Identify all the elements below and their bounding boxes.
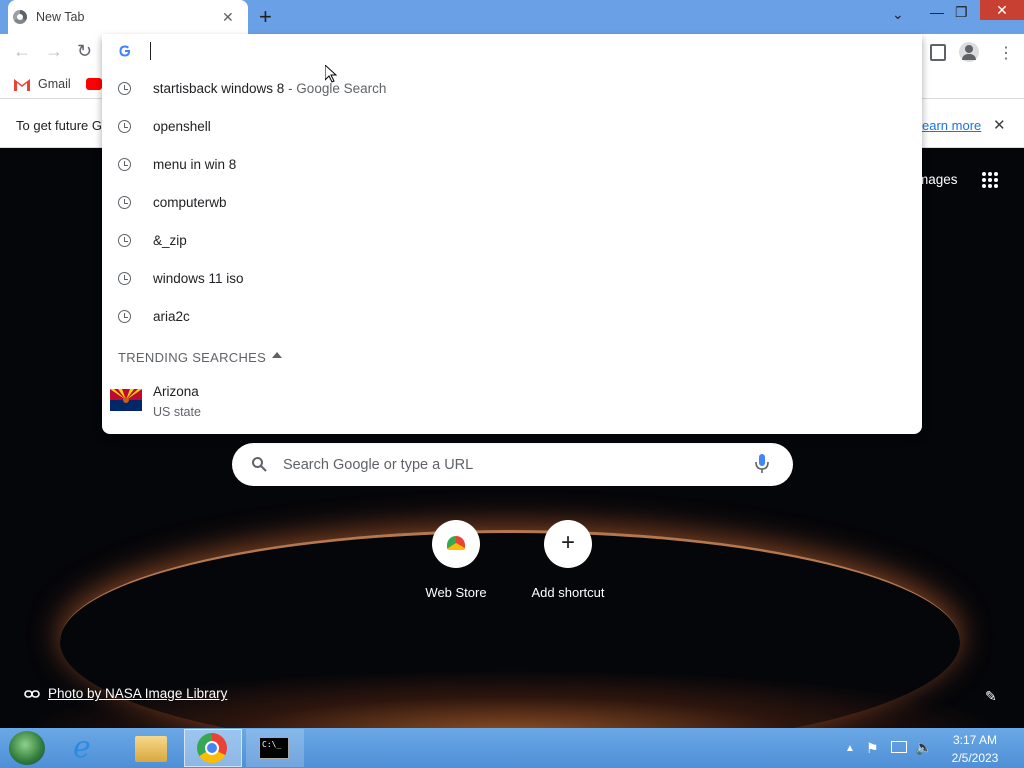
suggestion-text: openshell bbox=[153, 119, 211, 134]
suggestion-text: computerwb bbox=[153, 195, 227, 210]
suggestion-item[interactable]: windows 11 iso bbox=[102, 260, 922, 298]
trending-item[interactable]: Arizona US state bbox=[102, 379, 922, 429]
chrome-icon bbox=[197, 733, 227, 763]
new-tab-button[interactable]: + bbox=[259, 4, 272, 30]
taskbar-chrome-button[interactable] bbox=[184, 729, 242, 767]
close-window-button[interactable]: ✕ bbox=[980, 0, 1024, 20]
suggestion-text: aria2c bbox=[153, 309, 190, 324]
trending-header: TRENDING SEARCHES bbox=[118, 350, 267, 365]
mouse-cursor-icon bbox=[324, 63, 338, 83]
forward-button[interactable]: → bbox=[45, 41, 63, 62]
search-icon bbox=[251, 456, 267, 472]
taskbar-cmd-button[interactable]: C:\_ bbox=[246, 729, 304, 767]
shortcut-label-add[interactable]: Add shortcut bbox=[508, 585, 628, 600]
omnibox-dropdown: startisback windows 8 - Google Search op… bbox=[102, 34, 922, 434]
chrome-icon bbox=[13, 10, 27, 24]
history-clock-icon bbox=[118, 234, 131, 247]
omnibox-input[interactable] bbox=[150, 42, 891, 60]
arizona-flag-icon bbox=[110, 389, 142, 411]
restore-button[interactable]: ❐ bbox=[955, 4, 968, 21]
suggestion-text: menu in win 8 bbox=[153, 157, 237, 172]
shortcut-label-web-store[interactable]: Web Store bbox=[396, 585, 516, 600]
suggestion-item[interactable]: computerwb bbox=[102, 184, 922, 222]
history-clock-icon bbox=[118, 310, 131, 323]
suggestion-subtext: - Google Search bbox=[284, 81, 387, 96]
info-bar-text: To get future G bbox=[16, 118, 102, 133]
network-icon[interactable] bbox=[891, 741, 907, 753]
info-bar-close-button[interactable]: ✕ bbox=[993, 116, 1006, 134]
profile-avatar[interactable] bbox=[959, 42, 979, 62]
suggestion-text: startisback windows 8 bbox=[153, 81, 285, 96]
command-prompt-icon: C:\_ bbox=[259, 737, 289, 759]
learn-more-link[interactable]: earn more bbox=[922, 118, 981, 133]
suggestion-item[interactable]: openshell bbox=[102, 108, 922, 146]
side-panel-icon[interactable] bbox=[930, 44, 946, 61]
microphone-icon[interactable] bbox=[755, 454, 769, 474]
menu-kebab-icon[interactable]: ⋮ bbox=[998, 43, 1014, 63]
action-center-flag-icon[interactable]: ⚑ bbox=[866, 740, 879, 757]
trending-title: Arizona bbox=[153, 384, 199, 399]
search-placeholder[interactable]: Search Google or type a URL bbox=[283, 457, 473, 473]
customize-pencil-icon[interactable]: ✎ bbox=[985, 688, 997, 705]
clock-date[interactable]: 2/5/2023 bbox=[945, 751, 1005, 765]
tab-close-button[interactable]: ✕ bbox=[222, 9, 234, 26]
history-clock-icon bbox=[118, 272, 131, 285]
history-clock-icon bbox=[118, 196, 131, 209]
start-button[interactable] bbox=[9, 731, 45, 765]
back-button[interactable]: ← bbox=[13, 41, 31, 62]
trending-subtitle: US state bbox=[153, 405, 201, 419]
suggestion-text: windows 11 iso bbox=[153, 271, 244, 286]
suggestion-item[interactable]: startisback windows 8 - Google Search bbox=[102, 70, 922, 108]
internet-explorer-icon[interactable]: e bbox=[73, 732, 105, 764]
shortcut-web-store[interactable] bbox=[432, 520, 480, 568]
reload-button[interactable]: ↻ bbox=[77, 41, 92, 62]
clock-time[interactable]: 3:17 AM bbox=[945, 733, 1005, 747]
tab-search-button[interactable]: ⌄ bbox=[892, 6, 904, 23]
suggestion-text: &_zip bbox=[153, 233, 187, 248]
show-hidden-icons-button[interactable]: ▲ bbox=[845, 743, 855, 754]
add-shortcut-button[interactable]: + bbox=[544, 520, 592, 568]
bookmark-gmail[interactable]: Gmail bbox=[38, 77, 71, 91]
history-clock-icon bbox=[118, 82, 131, 95]
suggestion-item[interactable]: aria2c bbox=[102, 298, 922, 336]
history-clock-icon bbox=[118, 120, 131, 133]
gmail-icon bbox=[14, 78, 30, 91]
youtube-icon[interactable] bbox=[86, 78, 102, 90]
chevron-up-icon[interactable] bbox=[272, 352, 282, 358]
earth-horizon-image bbox=[60, 530, 960, 753]
minimize-button[interactable]: — bbox=[930, 4, 944, 20]
images-link[interactable]: mages bbox=[917, 172, 958, 187]
history-clock-icon bbox=[118, 158, 131, 171]
apps-grid-icon[interactable] bbox=[981, 171, 999, 189]
suggestion-item[interactable]: menu in win 8 bbox=[102, 146, 922, 184]
google-g-icon bbox=[118, 44, 132, 58]
link-icon bbox=[24, 687, 40, 699]
file-explorer-icon[interactable] bbox=[135, 736, 167, 762]
volume-muted-icon[interactable]: 🔈 bbox=[915, 739, 932, 756]
tab-title: New Tab bbox=[36, 10, 85, 24]
photo-credit-link[interactable]: Photo by NASA Image Library bbox=[48, 686, 227, 701]
suggestion-item[interactable]: &_zip bbox=[102, 222, 922, 260]
